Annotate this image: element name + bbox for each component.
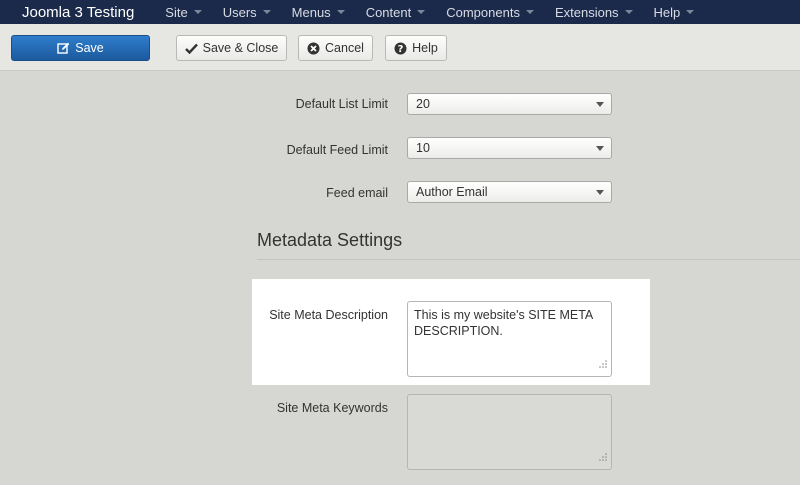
nav-item-label: Site	[165, 4, 188, 20]
nav-item-menus[interactable]: Menus	[281, 5, 355, 20]
nav-item-site[interactable]: Site	[154, 5, 211, 20]
chevron-down-icon	[596, 190, 604, 195]
meta-keywords-label: Site Meta Keywords	[276, 401, 388, 415]
nav-item-components[interactable]: Components	[435, 5, 544, 20]
edit-icon	[57, 42, 70, 55]
meta-description-label: Site Meta Description	[269, 308, 388, 322]
help-button-label: Help	[412, 41, 438, 55]
nav-item-label: Users	[222, 4, 257, 20]
nav-item-label: Content	[365, 4, 412, 20]
help-button[interactable]: ? Help	[385, 35, 447, 61]
save-button-label: Save	[75, 41, 104, 55]
toolbar: Save Save & Close Cancel ? Help	[0, 24, 800, 71]
top-navbar: Joomla 3 Testing Site Users Menus Conten…	[0, 0, 800, 24]
chevron-down-icon	[596, 102, 604, 107]
checkmark-icon	[184, 43, 198, 54]
section-divider	[257, 259, 800, 260]
caret-down-icon	[525, 10, 534, 14]
meta-keywords-textarea[interactable]	[407, 394, 612, 470]
resize-grip-icon[interactable]	[599, 356, 607, 372]
caret-down-icon	[686, 10, 695, 14]
feed-email-value: Author Email	[416, 185, 488, 199]
save-button[interactable]: Save	[11, 35, 150, 61]
caret-down-icon	[624, 10, 633, 14]
feed-limit-label: Default Feed Limit	[286, 143, 388, 157]
nav-item-users[interactable]: Users	[212, 5, 281, 20]
save-close-button-label: Save & Close	[202, 41, 279, 55]
section-title: Metadata Settings	[257, 230, 403, 250]
cancel-button-label: Cancel	[325, 41, 364, 55]
feed-email-label: Feed email	[326, 186, 388, 200]
chevron-down-icon	[596, 146, 604, 151]
list-limit-value: 20	[416, 97, 430, 111]
nav-item-label: Menus	[291, 4, 331, 20]
nav-item-extensions[interactable]: Extensions	[544, 5, 643, 20]
cancel-button[interactable]: Cancel	[298, 35, 373, 61]
nav-item-help[interactable]: Help	[643, 5, 705, 20]
save-close-button[interactable]: Save & Close	[176, 35, 287, 61]
caret-down-icon	[262, 10, 271, 14]
cancel-circle-icon	[307, 42, 320, 55]
nav-item-label: Extensions	[554, 4, 619, 20]
nav-item-label: Help	[653, 4, 681, 20]
meta-description-value: This is my website's SITE META DESCRIPTI…	[414, 308, 593, 338]
feed-email-select[interactable]: Author Email	[407, 181, 612, 203]
resize-grip-icon[interactable]	[599, 449, 607, 465]
nav-item-label: Components	[446, 4, 520, 20]
nav-item-content[interactable]: Content	[355, 5, 436, 20]
feed-limit-select[interactable]: 10	[407, 137, 612, 159]
caret-down-icon	[193, 10, 202, 14]
svg-text:?: ?	[398, 44, 404, 55]
caret-down-icon	[417, 10, 426, 14]
caret-down-icon	[336, 10, 345, 14]
list-limit-select[interactable]: 20	[407, 93, 612, 115]
site-brand[interactable]: Joomla 3 Testing	[0, 4, 154, 21]
list-limit-label: Default List Limit	[295, 97, 388, 111]
feed-limit-value: 10	[416, 141, 430, 155]
meta-description-textarea[interactable]: This is my website's SITE META DESCRIPTI…	[407, 301, 612, 377]
help-circle-icon: ?	[394, 42, 407, 55]
